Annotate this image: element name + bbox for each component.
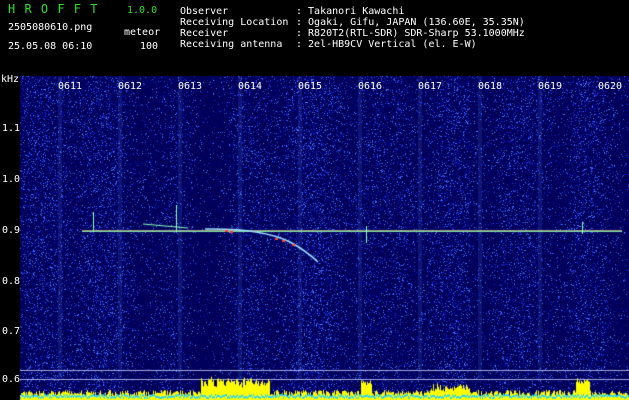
freq-label-1-0: 1.0: [2, 174, 21, 185]
app-title: H R O F F T: [8, 2, 99, 16]
antenna-label: Receiving antenna: [180, 39, 283, 50]
time-label-0618: 0618: [478, 81, 503, 92]
observer-label: Observer: [180, 6, 229, 17]
app-version: 1.0.0: [127, 5, 158, 16]
time-label-0612: 0612: [118, 81, 143, 92]
freq-label-0-9: 0.9: [2, 225, 21, 236]
time-label-0617: 0617: [418, 81, 443, 92]
freq-label-0-8: 0.8: [2, 276, 21, 287]
antenna-value: : 2el-HB9CV Vertical (el. E-W): [296, 39, 477, 50]
time-label-0611: 0611: [58, 81, 83, 92]
location-label: Receiving Location: [180, 17, 289, 28]
receiver-label: Receiver: [180, 28, 229, 39]
freq-label-0-7: 0.7: [2, 326, 21, 337]
unit-label: kHz: [1, 74, 20, 85]
location-value: : Ogaki, Gifu, JAPAN (136.60E, 35.35N): [296, 17, 525, 28]
observer-value: : Takanori Kawachi: [296, 6, 405, 17]
freq-label-0-6: 0.6: [2, 374, 21, 385]
receiver-value: : R820T2(RTL-SDR) SDR-Sharp 53.1000MHz: [296, 28, 525, 39]
time-label-0615: 0615: [298, 81, 323, 92]
time-label-0619: 0619: [538, 81, 563, 92]
freq-label-1-1: 1.1: [2, 123, 21, 134]
time-label-0613: 0613: [178, 81, 203, 92]
spectrogram-canvas: [0, 0, 629, 400]
mode-label: meteor: [124, 27, 161, 38]
time-label-0616: 0616: [358, 81, 383, 92]
file-name: 2505080610.png: [8, 22, 93, 33]
time-label-0614: 0614: [238, 81, 263, 92]
time-label-0620: 0620: [598, 81, 623, 92]
timestamp: 25.05.08 06:10: [8, 41, 93, 52]
mode-value: 100: [140, 41, 159, 52]
